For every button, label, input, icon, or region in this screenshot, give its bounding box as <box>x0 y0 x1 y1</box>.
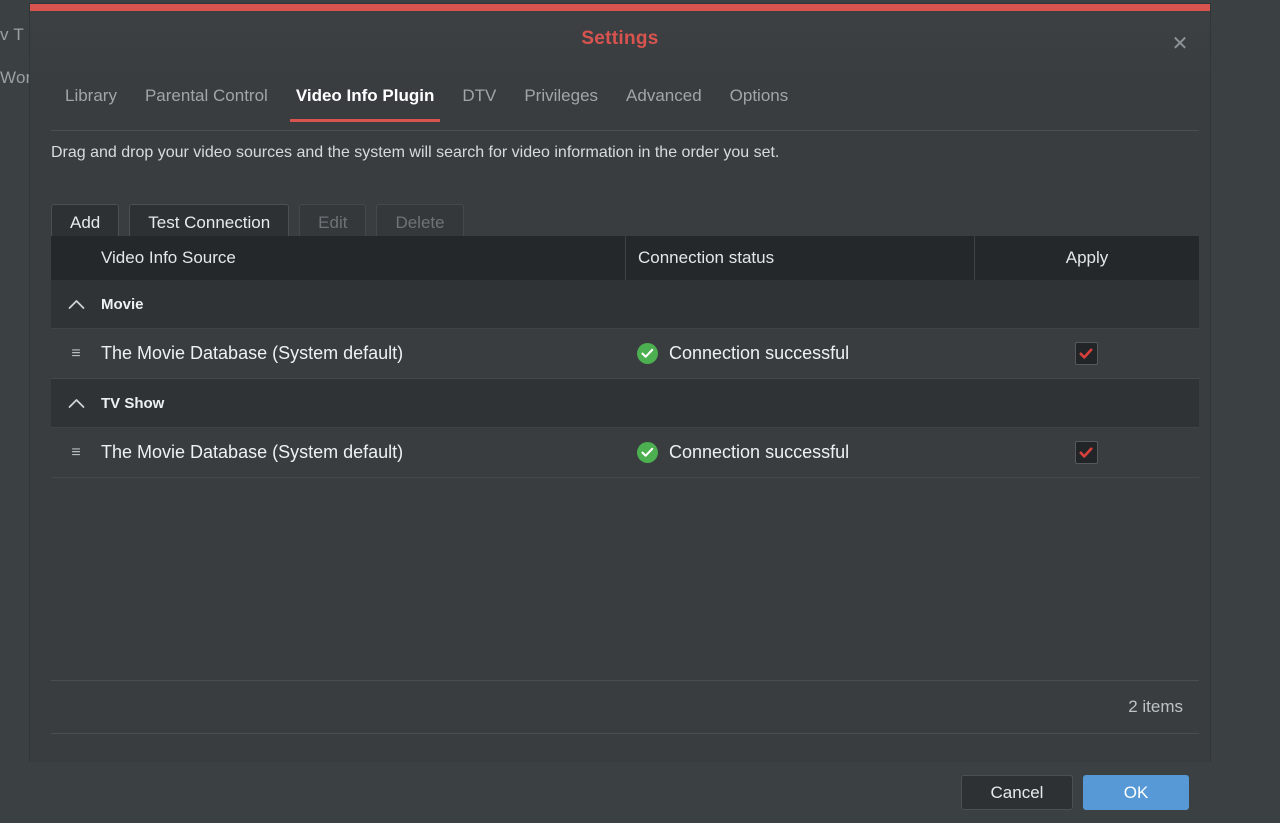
ok-button[interactable]: OK <box>1083 775 1189 810</box>
item-count-label: 2 items <box>1128 697 1183 716</box>
dialog-accent-bar <box>30 4 1210 11</box>
cell-connection-status: Connection successful <box>625 442 973 463</box>
tab-label: Advanced <box>626 86 702 105</box>
settings-dialog: Settings ✕ Library Parental Control Vide… <box>30 4 1210 762</box>
table-header-row: Video Info Source Connection status Appl… <box>51 236 1199 280</box>
group-row-tv-show[interactable]: TV Show <box>51 379 1199 428</box>
table-row[interactable]: ≡ The Movie Database (System default) Co… <box>51 329 1199 379</box>
tab-label: Options <box>729 86 789 105</box>
column-header-apply[interactable]: Apply <box>974 236 1199 280</box>
check-circle-icon <box>637 442 658 463</box>
cell-apply <box>973 441 1199 464</box>
column-header-video-info-source[interactable]: Video Info Source <box>101 236 625 280</box>
instruction-text: Drag and drop your video sources and the… <box>51 144 780 161</box>
dialog-button-bar: Cancel OK <box>0 762 1280 823</box>
tab-options[interactable]: Options <box>716 82 803 122</box>
chevron-up-icon[interactable] <box>51 398 101 409</box>
cell-video-info-source: The Movie Database (System default) <box>101 343 404 363</box>
tab-label: Video Info Plugin <box>295 86 435 105</box>
drag-handle-icon[interactable]: ≡ <box>51 345 101 362</box>
tab-label: Library <box>65 86 117 105</box>
settings-tab-bar: Library Parental Control Video Info Plug… <box>51 82 1199 131</box>
cell-connection-status: Connection successful <box>625 343 973 364</box>
connection-status-text: Connection successful <box>669 442 850 462</box>
apply-checkbox[interactable] <box>1074 342 1098 365</box>
cancel-button[interactable]: Cancel <box>961 775 1073 810</box>
tab-privileges[interactable]: Privileges <box>510 82 612 122</box>
tab-advanced[interactable]: Advanced <box>612 82 716 122</box>
group-label: Movie <box>101 295 144 313</box>
cell-apply <box>973 342 1199 365</box>
table-empty-area <box>51 478 1199 680</box>
drag-handle-icon[interactable]: ≡ <box>51 444 101 461</box>
tab-label: Parental Control <box>144 86 268 105</box>
screen-root: v T Wor Settings ✕ Library Parental Cont… <box>0 0 1280 823</box>
tab-parental-control[interactable]: Parental Control <box>131 82 282 122</box>
connection-status-text: Connection successful <box>669 343 850 363</box>
close-icon[interactable]: ✕ <box>1166 31 1194 59</box>
apply-checkbox[interactable] <box>1074 441 1098 464</box>
table-row[interactable]: ≡ The Movie Database (System default) Co… <box>51 428 1199 478</box>
cell-video-info-source: The Movie Database (System default) <box>101 442 404 462</box>
column-header-connection-status[interactable]: Connection status <box>625 236 974 280</box>
check-circle-icon <box>637 343 658 364</box>
chevron-up-icon[interactable] <box>51 299 101 310</box>
group-row-movie[interactable]: Movie <box>51 280 1199 329</box>
video-info-source-table: Video Info Source Connection status Appl… <box>51 236 1199 734</box>
tab-label: Privileges <box>524 86 599 105</box>
dialog-title: Settings <box>581 28 659 49</box>
background-text-fragment-2: Wor <box>0 68 32 87</box>
tab-label: DTV <box>462 86 497 105</box>
tab-dtv[interactable]: DTV <box>448 82 510 122</box>
group-label: TV Show <box>101 394 165 412</box>
tab-library[interactable]: Library <box>51 82 131 122</box>
background-text-fragment-1: v T <box>0 25 24 44</box>
table-footer: 2 items <box>51 680 1199 734</box>
table-header-gutter <box>51 236 101 280</box>
tab-video-info-plugin[interactable]: Video Info Plugin <box>282 82 449 122</box>
